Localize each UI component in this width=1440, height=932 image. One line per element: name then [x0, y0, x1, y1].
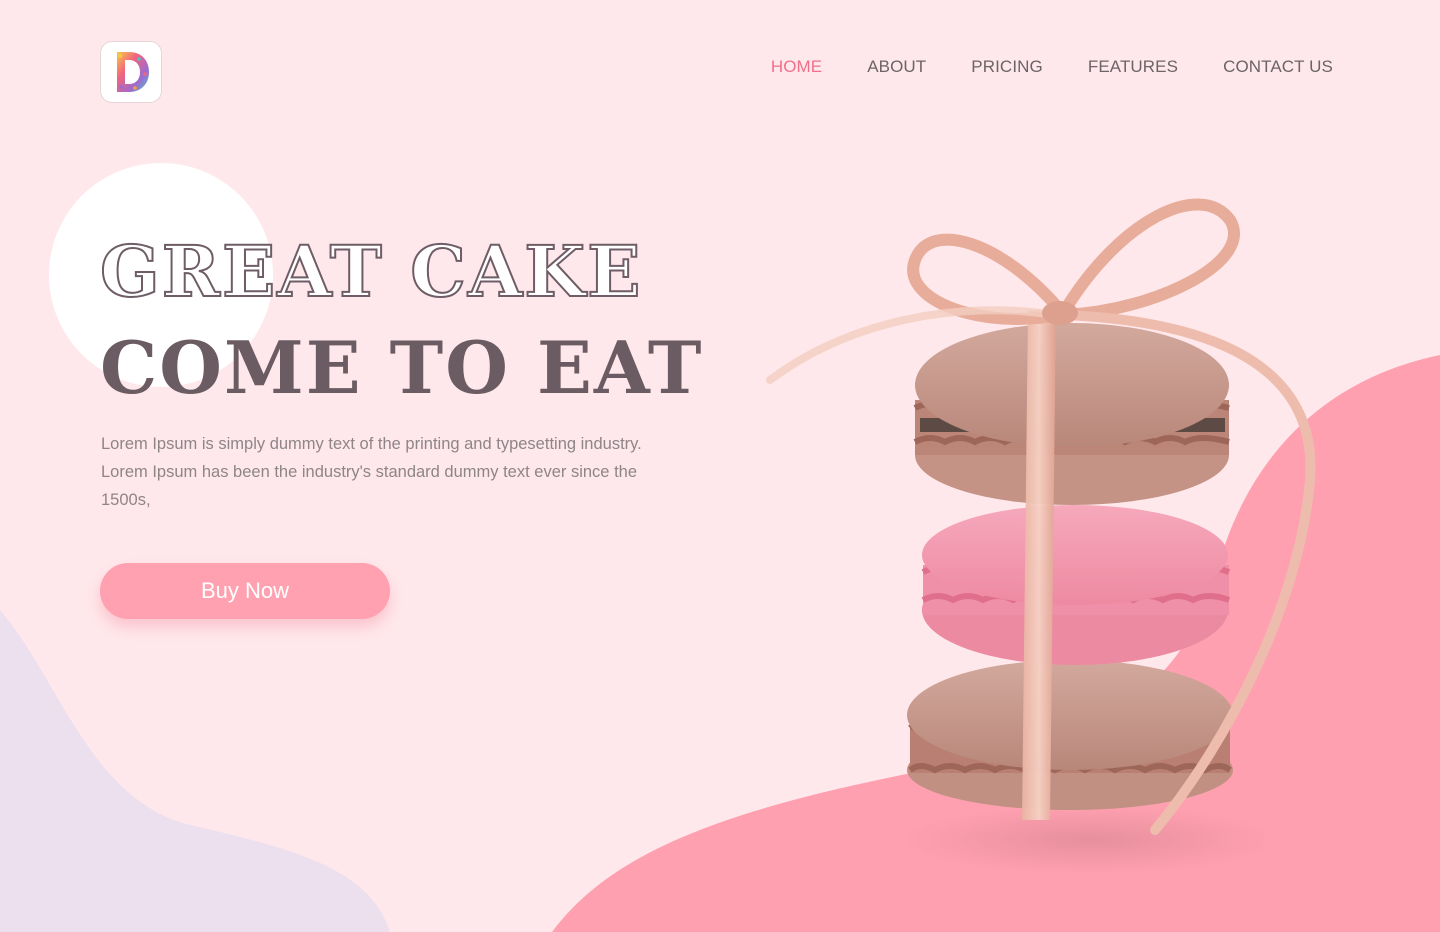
buy-now-button[interactable]: Buy Now	[100, 563, 390, 619]
nav-home[interactable]: HOME	[771, 57, 822, 77]
middle-macaron	[921, 505, 1231, 665]
nav-about[interactable]: ABOUT	[867, 57, 926, 77]
top-macaron	[913, 323, 1230, 505]
lavender-blob	[0, 610, 390, 932]
hero-description: Lorem Ipsum is simply dummy text of the …	[101, 435, 642, 509]
main-nav: HOME ABOUT PRICING FEATURES CONTACT US	[771, 57, 1333, 77]
nav-features[interactable]: FEATURES	[1088, 57, 1178, 77]
macaron-stack-image	[766, 198, 1316, 875]
nav-pricing[interactable]: PRICING	[971, 57, 1043, 77]
hero-headline-outline: GREAT CAKE	[99, 230, 643, 313]
hero-headline-solid: COME TO EAT	[100, 325, 704, 410]
app-logo[interactable]	[100, 41, 162, 103]
nav-contact-us[interactable]: CONTACT US	[1223, 57, 1333, 77]
sprinkle-d-logo-icon	[117, 52, 149, 92]
